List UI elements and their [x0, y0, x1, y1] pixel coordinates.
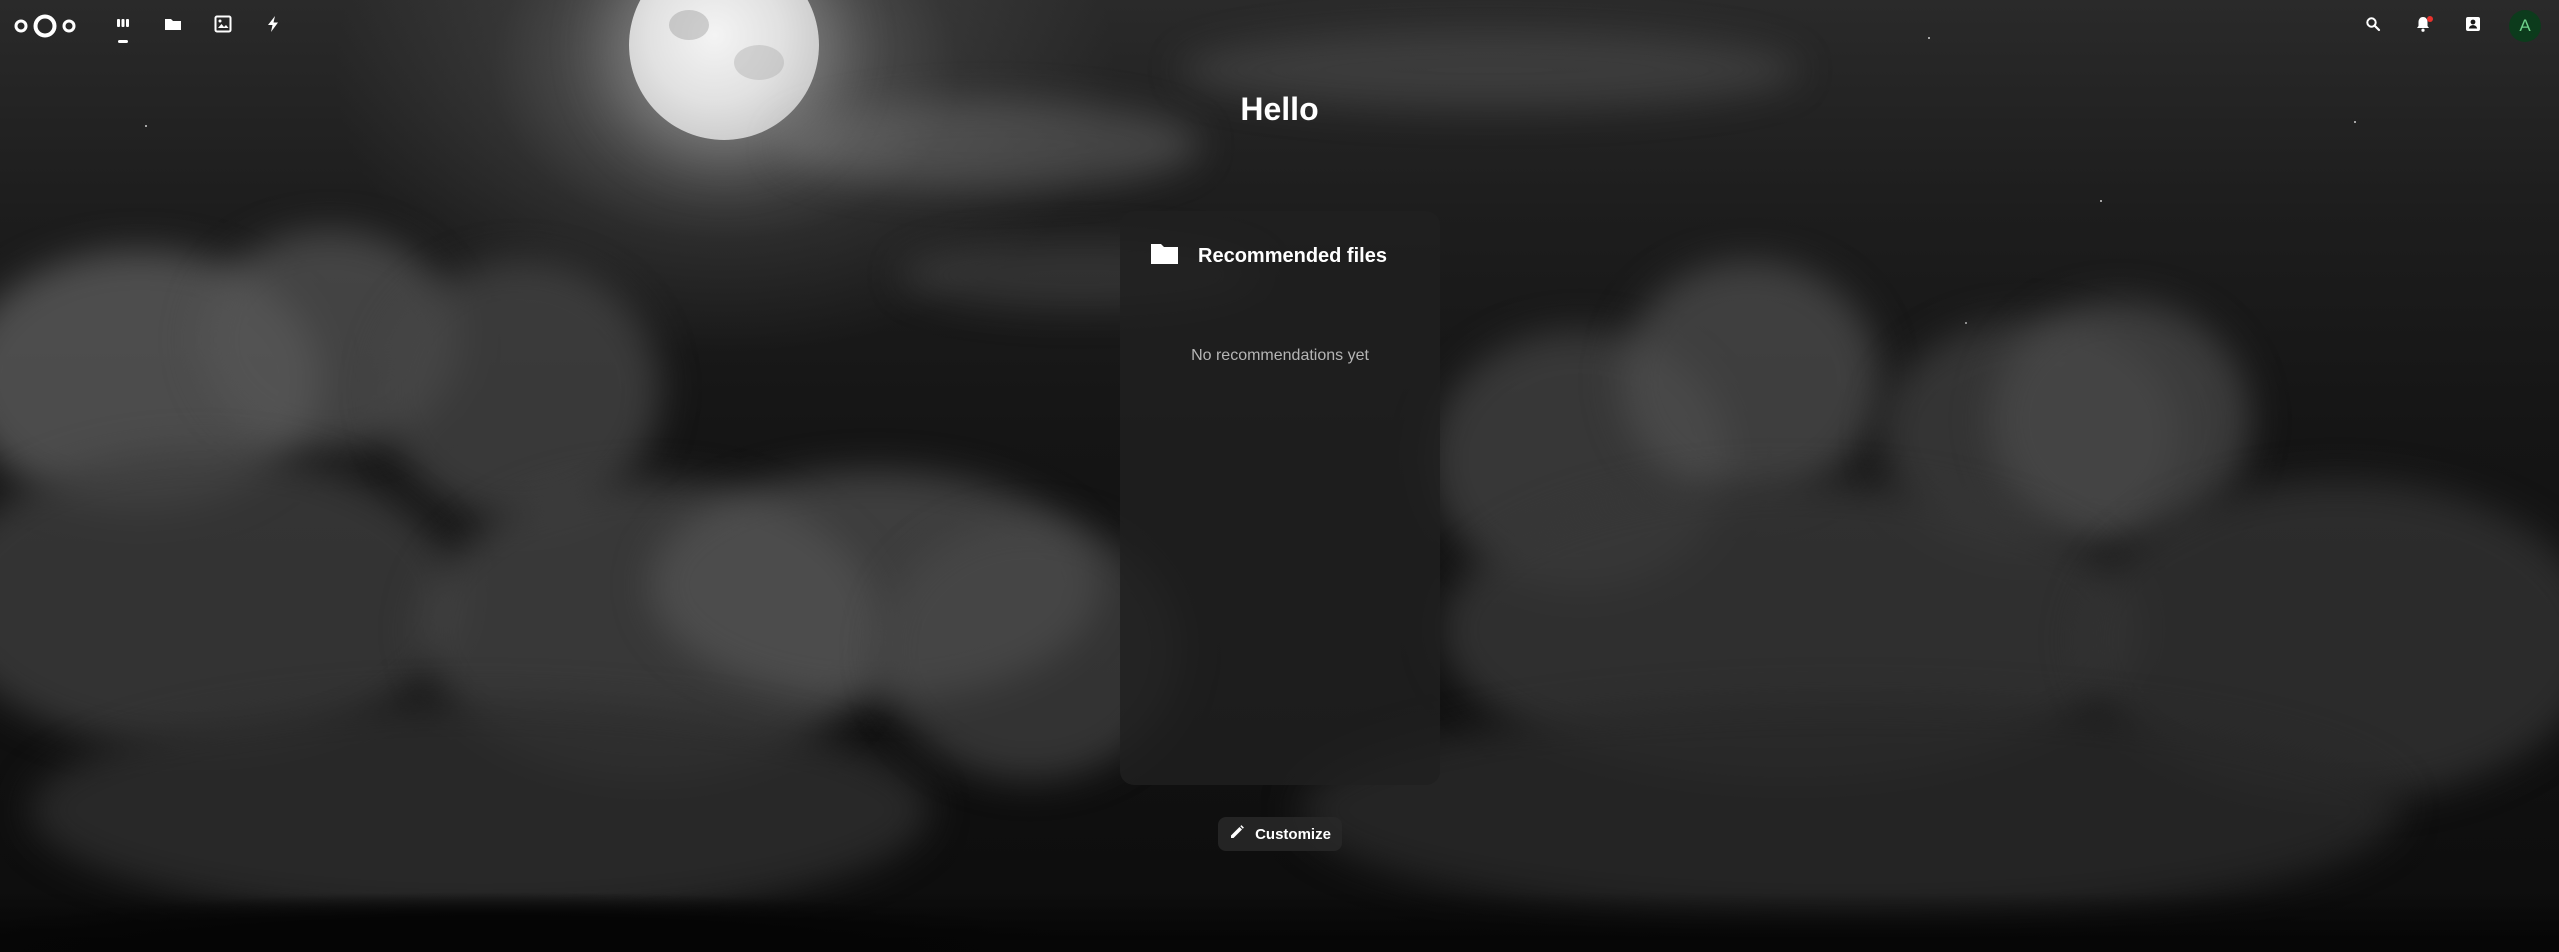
top-header: A — [0, 0, 2559, 50]
search-icon — [2365, 16, 2381, 37]
notification-badge — [2427, 16, 2433, 22]
notifications-button[interactable] — [2411, 14, 2435, 38]
contacts-button[interactable] — [2461, 14, 2485, 38]
active-app-indicator — [118, 40, 128, 43]
customize-label: Customize — [1255, 825, 1331, 843]
dashboard-page: A Hello Recommended files No recommendat… — [0, 0, 2559, 952]
app-files[interactable] — [161, 14, 185, 38]
empty-state-text: No recommendations yet — [1191, 347, 1369, 364]
recommended-files-widget: Recommended files No recommendations yet — [1120, 211, 1440, 785]
contacts-icon — [2464, 15, 2482, 38]
widget-header: Recommended files — [1150, 241, 1387, 272]
folder-icon — [1150, 241, 1180, 272]
hills-silhouette — [0, 892, 2559, 952]
greeting-heading: Hello — [1240, 91, 1319, 127]
customize-button[interactable]: Customize — [1218, 817, 1342, 851]
lightning-icon — [265, 15, 281, 38]
dashboard-icon — [115, 16, 131, 37]
image-icon — [214, 15, 232, 38]
search-button[interactable] — [2361, 14, 2385, 38]
app-photos[interactable] — [211, 14, 235, 38]
pencil-icon — [1229, 824, 1245, 844]
app-dashboard[interactable] — [111, 14, 135, 38]
user-avatar[interactable]: A — [2509, 10, 2541, 42]
app-activity[interactable] — [261, 14, 285, 38]
avatar-initial: A — [2519, 16, 2531, 35]
nextcloud-logo[interactable] — [14, 13, 76, 39]
star — [2100, 200, 2102, 202]
widget-title: Recommended files — [1198, 245, 1387, 267]
folder-icon — [164, 16, 182, 37]
star — [1965, 322, 1967, 324]
